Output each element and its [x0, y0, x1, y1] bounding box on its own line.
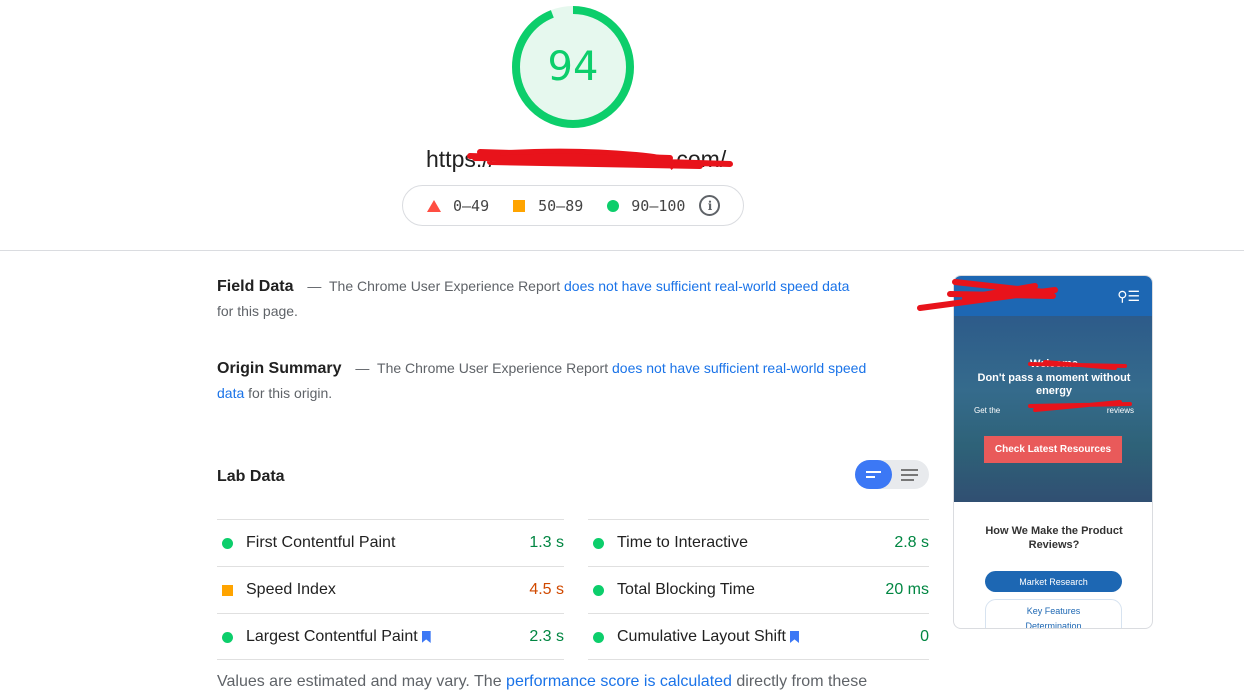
metric-value: 0	[920, 628, 929, 645]
heading-line2: Reviews?	[1028, 539, 1080, 551]
origin-summary-section: Origin Summary — The Chrome User Experie…	[217, 356, 867, 406]
pass-circle-icon	[593, 584, 604, 596]
field-data-prefix: The Chrome User Experience Report	[329, 278, 561, 294]
triangle-fail-icon	[427, 199, 441, 212]
footnote-prefix: Values are estimated and may vary. The	[217, 673, 502, 690]
field-data-link[interactable]: does not have sufficient real-world spee…	[564, 278, 849, 294]
bookmark-icon	[789, 631, 799, 643]
page-screenshot-thumbnail: ⚲☰ Welcome Don't pass a moment without e…	[953, 275, 1153, 629]
legend-pass-range: 90–100	[631, 196, 686, 215]
score-calculator-link[interactable]: performance score is calculated	[506, 673, 732, 690]
cta-button: Check Latest Resources	[984, 436, 1122, 463]
tested-url[interactable]: https:// .com/	[420, 144, 740, 174]
metrics-view-toggle[interactable]	[855, 460, 929, 489]
square-average-icon	[513, 199, 526, 212]
footnote-suffix: directly from these	[736, 673, 868, 690]
hero-redaction-scribble	[1028, 360, 1132, 412]
pass-circle-icon	[593, 537, 604, 549]
market-research-pill: Market Research	[985, 571, 1122, 592]
metric-largest-contentful-paint: Largest Contentful Paint 2.3 s	[217, 613, 564, 660]
metric-name: Speed Index	[246, 581, 336, 598]
metric-name: Cumulative Layout Shift	[617, 628, 786, 645]
redaction-scribble	[467, 148, 733, 170]
header-divider	[0, 250, 1244, 251]
heading-line1: How We Make the Product	[985, 525, 1123, 537]
metrics-divider	[588, 659, 929, 660]
metric-value: 2.8 s	[894, 534, 929, 551]
metric-name-wrap: Largest Contentful Paint	[246, 628, 529, 646]
origin-summary-dash: —	[355, 360, 370, 376]
key-features-pill: Key Features Determination	[985, 599, 1122, 629]
metric-value: 2.3 s	[529, 628, 564, 645]
bookmark-icon	[421, 631, 431, 643]
metrics-divider	[217, 659, 564, 660]
pill2-line2: Determination	[1025, 621, 1082, 629]
metric-name: First Contentful Paint	[246, 534, 396, 551]
origin-summary-suffix: for this origin.	[248, 385, 333, 401]
legend-fail: 0–49	[427, 197, 489, 215]
metric-name-wrap: Cumulative Layout Shift	[617, 628, 920, 646]
thumbnail-redaction-scribble	[917, 279, 1058, 311]
metric-name: Largest Contentful Paint	[246, 628, 418, 645]
metric-time-to-interactive: Time to Interactive 2.8 s	[588, 519, 929, 566]
field-data-dash: —	[307, 278, 322, 294]
metric-value: 20 ms	[885, 581, 929, 598]
metric-value: 1.3 s	[529, 534, 564, 551]
thumbnail-heading: How We Make the Product Reviews?	[954, 524, 1152, 552]
metric-cumulative-layout-shift: Cumulative Layout Shift 0	[588, 613, 929, 660]
performance-score: 94	[547, 44, 599, 90]
circle-pass-icon	[607, 199, 620, 212]
metric-name: Time to Interactive	[617, 534, 749, 551]
score-legend: 0–49 50–89 90–100 i	[402, 185, 744, 226]
estimate-footnote: Values are estimated and may vary. The p…	[217, 673, 867, 691]
summary-view-button[interactable]	[855, 460, 892, 489]
legend-fail-range: 0–49	[453, 196, 490, 215]
field-data-suffix: for this page.	[217, 303, 298, 319]
metric-name: Total Blocking Time	[617, 581, 755, 598]
info-icon[interactable]: i	[699, 195, 721, 216]
search-menu-icon: ⚲☰	[1117, 288, 1140, 304]
origin-summary-title: Origin Summary	[217, 360, 342, 377]
legend-average-range: 50–89	[538, 196, 584, 215]
pill2-line1: Key Features	[1026, 606, 1081, 616]
metric-value: 4.5 s	[529, 581, 564, 598]
pass-circle-icon	[593, 631, 604, 643]
metric-first-contentful-paint: First Contentful Paint 1.3 s	[217, 519, 564, 566]
metric-total-blocking-time: Total Blocking Time 20 ms	[588, 566, 929, 613]
legend-pass: 90–100	[607, 197, 685, 215]
legend-average: 50–89	[513, 197, 583, 215]
lab-data-title: Lab Data	[217, 468, 285, 485]
field-data-section: Field Data — The Chrome User Experience …	[217, 274, 867, 324]
average-square-icon	[222, 584, 233, 596]
field-data-title: Field Data	[217, 278, 294, 295]
performance-score-gauge: 94	[511, 5, 635, 129]
pass-circle-icon	[222, 631, 233, 643]
pass-circle-icon	[222, 537, 233, 549]
origin-summary-prefix: The Chrome User Experience Report	[377, 360, 609, 376]
metric-speed-index: Speed Index 4.5 s	[217, 566, 564, 613]
